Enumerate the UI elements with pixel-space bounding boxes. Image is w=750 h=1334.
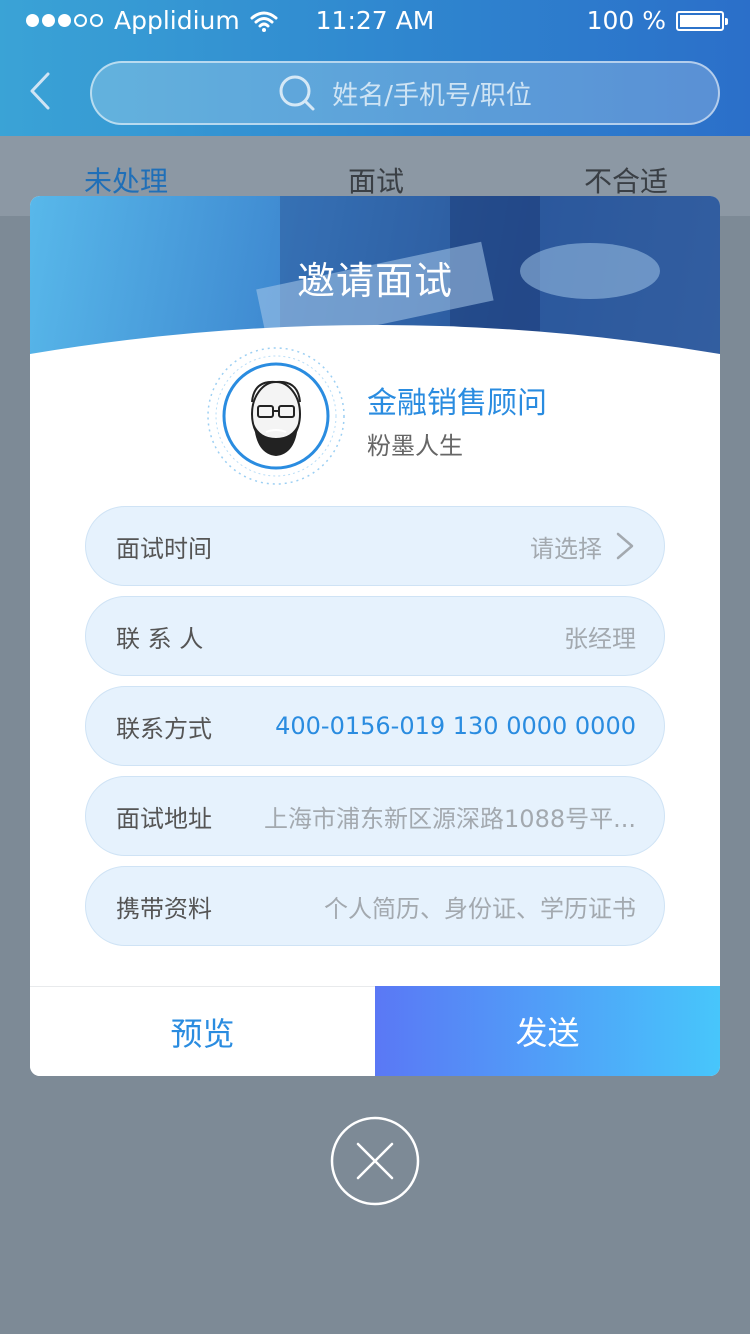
search-placeholder: 姓名/手机号/职位 xyxy=(332,80,532,111)
battery-percent: 100 % xyxy=(586,6,666,35)
interview-address-field[interactable]: 面试地址 上海市浦东新区源深路1088号平... xyxy=(85,776,665,856)
contact-person-field[interactable]: 联 系 人 张经理 xyxy=(85,596,665,676)
battery-icon xyxy=(676,10,728,31)
field-label: 面试地址 xyxy=(116,804,212,833)
battery-status: 100 % xyxy=(586,6,728,35)
field-value: 张经理 xyxy=(564,624,636,653)
field-label: 联 系 人 xyxy=(116,624,204,653)
tab-interview[interactable]: 面试 xyxy=(348,160,404,200)
back-button[interactable] xyxy=(26,70,56,112)
search-icon xyxy=(279,75,315,111)
company-name: 粉墨人生 xyxy=(367,432,463,460)
invite-interview-dialog: 邀请面试 金融销售顾问 粉墨人生 面试时间 请选择 联 系 人 张经理 联系方式… xyxy=(30,196,720,1076)
app-header: Applidium 11:27 AM 100 % 姓名/手机号/职位 xyxy=(0,0,750,136)
avatar xyxy=(207,347,345,485)
search-input[interactable]: 姓名/手机号/职位 xyxy=(90,61,720,125)
send-button[interactable]: 发送 xyxy=(375,986,720,1076)
chevron-right-icon xyxy=(616,532,634,560)
field-value: 上海市浦东新区源深路1088号平... xyxy=(264,804,636,833)
field-value: 请选择 xyxy=(530,534,602,563)
dialog-banner: 邀请面试 xyxy=(30,196,720,356)
interview-time-field[interactable]: 面试时间 请选择 xyxy=(85,506,665,586)
materials-field[interactable]: 携带资料 个人简历、身份证、学历证书 xyxy=(85,866,665,946)
dialog-title: 邀请面试 xyxy=(296,259,453,303)
field-label: 面试时间 xyxy=(116,534,212,563)
close-icon[interactable] xyxy=(330,1116,420,1206)
field-label: 联系方式 xyxy=(116,714,212,743)
contact-phone-field[interactable]: 联系方式 400-0156-019 130 0000 0000 xyxy=(85,686,665,766)
field-value: 个人简历、身份证、学历证书 xyxy=(324,894,636,923)
status-bar: Applidium 11:27 AM 100 % xyxy=(0,0,750,44)
tab-pending[interactable]: 未处理 xyxy=(84,160,168,200)
field-label: 携带资料 xyxy=(116,894,212,923)
field-value: 400-0156-019 130 0000 0000 xyxy=(275,712,636,740)
tab-unsuitable[interactable]: 不合适 xyxy=(584,160,668,200)
preview-button[interactable]: 预览 xyxy=(30,986,375,1076)
job-title: 金融销售顾问 xyxy=(367,386,547,421)
